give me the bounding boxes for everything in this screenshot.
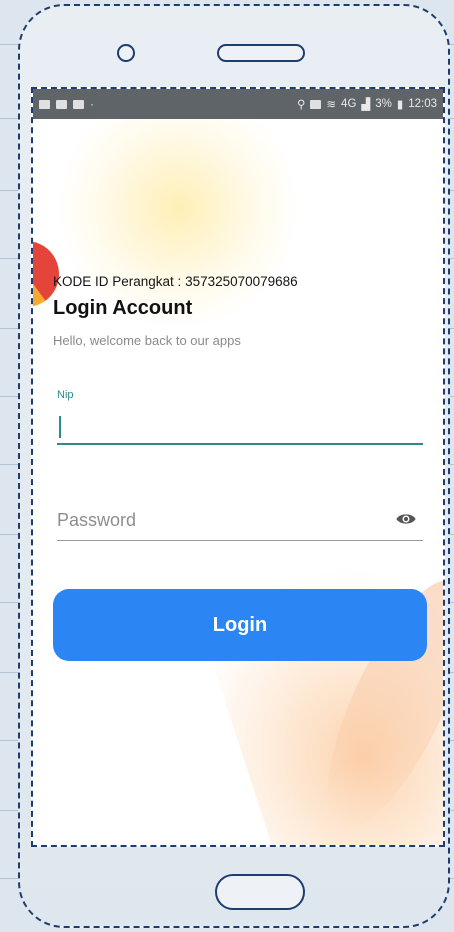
wifi-icon: ≋: [326, 99, 337, 111]
earpiece-speaker: [217, 44, 305, 62]
system-icons: ⚲ ≋ 4G ▟ 3% ▮ 12:03: [297, 97, 437, 111]
home-button[interactable]: [215, 874, 305, 910]
battery-icon: ▮: [396, 99, 404, 111]
password-input[interactable]: [57, 502, 377, 538]
message-icon: [73, 99, 84, 109]
screen-icon: [39, 99, 50, 109]
device-id-text: KODE ID Perangkat : 357325070079686: [53, 274, 298, 289]
front-camera: [117, 44, 135, 62]
battery-label: 3%: [375, 98, 392, 110]
notification-icons: ·: [39, 97, 94, 111]
page-subtitle: Hello, welcome back to our apps: [53, 333, 241, 348]
background-glow: [53, 109, 303, 329]
device-id-label: KODE ID Perangkat :: [53, 274, 186, 289]
location-icon: ⚲: [296, 99, 306, 111]
signal-label: 4G: [341, 98, 357, 110]
login-button[interactable]: Login: [53, 589, 427, 661]
device-id-value: 357325070079686: [185, 274, 298, 289]
nip-label: Nip: [57, 389, 74, 401]
printer-icon: [56, 99, 67, 109]
show-password-eye-icon[interactable]: [395, 512, 417, 526]
signal-icon: ▟: [361, 99, 371, 111]
password-field: [57, 502, 423, 541]
text-caret: [59, 416, 61, 438]
page-title: Login Account: [53, 297, 193, 319]
app-screen: · ⚲ ≋ 4G ▟ 3% ▮ 12:03 KODE ID Perangkat …: [31, 87, 445, 847]
nfc-icon: [310, 99, 322, 109]
dot-icon: ·: [90, 97, 94, 111]
status-bar: · ⚲ ≋ 4G ▟ 3% ▮ 12:03: [33, 89, 443, 119]
clock: 12:03: [408, 98, 437, 110]
nip-input[interactable]: [57, 407, 423, 445]
